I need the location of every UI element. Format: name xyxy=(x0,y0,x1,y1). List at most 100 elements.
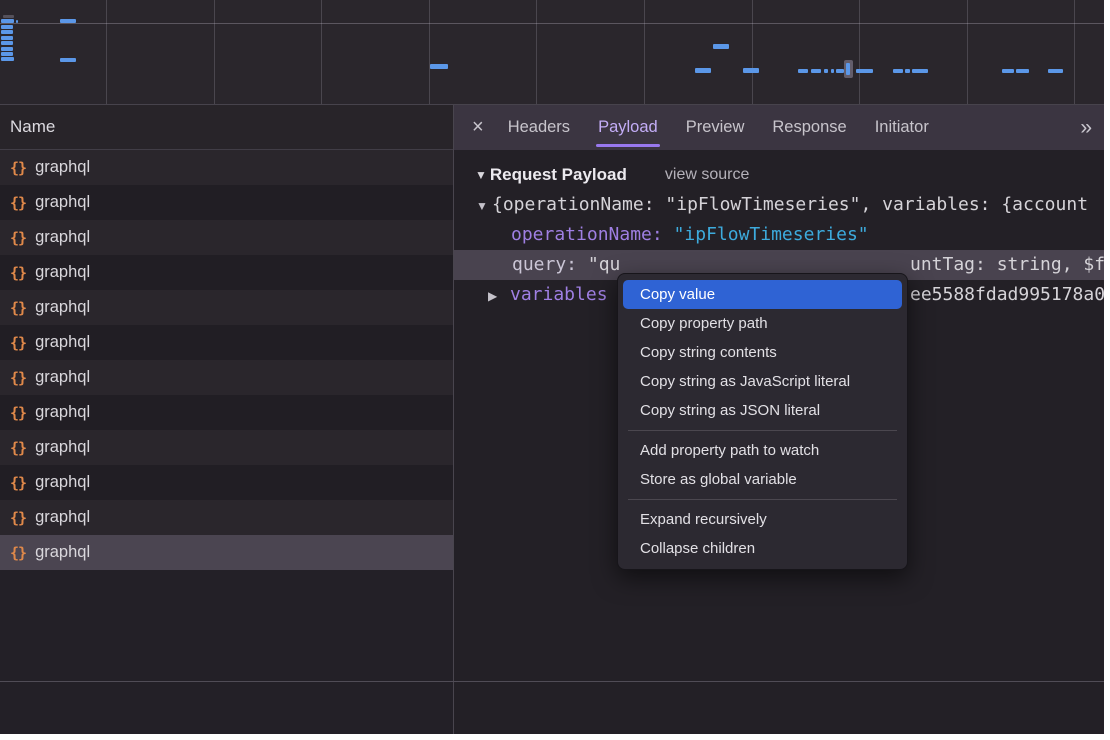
request-row[interactable]: {}graphql xyxy=(0,325,453,360)
request-payload-title: Request Payload xyxy=(490,165,627,185)
menu-item-add-property-path-to-watch[interactable]: Add property path to watch xyxy=(623,436,902,465)
menu-item-copy-string-as-json-literal[interactable]: Copy string as JSON literal xyxy=(623,396,902,425)
menu-item-copy-property-path[interactable]: Copy property path xyxy=(623,309,902,338)
overview-gridline xyxy=(752,0,753,104)
tab-payload[interactable]: Payload xyxy=(584,105,672,150)
details-tabbar: × HeadersPayloadPreviewResponseInitiator… xyxy=(454,105,1104,150)
json-braces-icon: {} xyxy=(10,474,26,492)
operation-name-key: operationName: xyxy=(511,224,663,245)
request-row[interactable]: {} graphql xyxy=(0,255,453,290)
overview-request-bar xyxy=(893,69,903,73)
request-row[interactable]: {}graphql xyxy=(0,430,453,465)
json-braces-icon: {} xyxy=(10,264,26,282)
request-row[interactable]: {}graphql xyxy=(0,290,453,325)
request-row[interactable]: {}graphql xyxy=(0,185,453,220)
collapsed-triangle-icon[interactable]: ▶ xyxy=(488,281,510,310)
menu-item-copy-string-contents[interactable]: Copy string contents xyxy=(623,338,902,367)
request-row[interactable]: {} graphql xyxy=(0,395,453,430)
tab-initiator[interactable]: Initiator xyxy=(861,105,943,150)
overview-request-bar xyxy=(1002,69,1014,73)
overview-gridline xyxy=(967,0,968,104)
menu-separator xyxy=(628,499,897,500)
json-braces-icon: {} xyxy=(10,404,26,422)
json-braces-icon: {} xyxy=(10,194,26,212)
overview-gridline xyxy=(106,0,107,104)
request-row[interactable]: {}graphql xyxy=(0,500,453,535)
query-value-visible: "qu xyxy=(588,254,621,275)
request-row[interactable]: {}graphql xyxy=(0,220,453,255)
tab-headers[interactable]: Headers xyxy=(494,105,584,150)
json-braces-icon: {} xyxy=(10,229,26,247)
column-header-label: Name xyxy=(10,117,55,136)
summary-bar-divider xyxy=(0,681,1104,682)
column-header-name[interactable]: Name xyxy=(0,105,453,150)
section-expand-triangle-icon[interactable]: ▼ xyxy=(475,168,487,182)
request-row[interactable]: {} graphql xyxy=(0,465,453,500)
overview-request-bar xyxy=(824,69,828,73)
request-row[interactable]: {} graphql xyxy=(0,150,453,185)
overview-horizontal-gridline xyxy=(0,23,1104,24)
overview-request-bar xyxy=(811,69,821,73)
request-name-label: graphql xyxy=(35,263,90,282)
overview-gridline xyxy=(429,0,430,104)
request-name-label: graphql xyxy=(35,298,90,317)
overview-request-bar xyxy=(1,57,14,61)
tab-preview[interactable]: Preview xyxy=(672,105,759,150)
request-name-label: graphql xyxy=(35,438,90,457)
request-name-label: graphql xyxy=(35,333,90,352)
overview-request-bar xyxy=(1016,69,1029,73)
request-name-label: graphql xyxy=(35,158,90,177)
menu-item-expand-recursively[interactable]: Expand recursively xyxy=(623,505,902,534)
overview-gridline xyxy=(321,0,322,104)
overview-request-bar xyxy=(430,64,448,69)
request-row[interactable]: {}graphql xyxy=(0,535,453,570)
payload-root-row[interactable]: ▼{operationName: "ipFlowTimeseries", var… xyxy=(454,190,1104,220)
json-braces-icon: {} xyxy=(10,159,26,177)
request-name-label: graphql xyxy=(35,403,90,422)
overview-request-bar xyxy=(3,15,14,18)
overview-request-bar xyxy=(836,69,844,73)
request-payload-section-header[interactable]: ▼ Request Payload view source xyxy=(454,150,1104,190)
request-row[interactable]: {} graphql xyxy=(0,360,453,395)
menu-item-store-as-global-variable[interactable]: Store as global variable xyxy=(623,465,902,494)
overview-request-bar xyxy=(16,20,18,23)
close-icon[interactable]: × xyxy=(472,116,484,139)
menu-item-copy-value[interactable]: Copy value xyxy=(623,280,902,309)
overview-request-bar xyxy=(1048,69,1063,73)
json-braces-icon: {} xyxy=(10,509,26,527)
overview-request-bar xyxy=(1,52,13,56)
overview-gridline xyxy=(859,0,860,104)
overview-gridline xyxy=(214,0,215,104)
payload-summary-text: {operationName: "ipFlowTimeseries", vari… xyxy=(492,194,1088,215)
overview-gridline xyxy=(644,0,645,104)
overview-request-bar xyxy=(1,30,13,34)
overview-request-bar xyxy=(1,19,14,23)
view-source-link[interactable]: view source xyxy=(665,166,749,184)
overview-request-bar xyxy=(713,44,729,49)
overview-gridline xyxy=(536,0,537,104)
query-value-right-fragment: untTag: string, $f xyxy=(910,250,1104,280)
operation-name-value: "ipFlowTimeseries" xyxy=(674,224,869,245)
more-tabs-icon[interactable]: » xyxy=(1080,116,1090,140)
overview-request-bar xyxy=(831,69,834,73)
variables-value-right-fragment: ee5588fdad995178a0 xyxy=(910,280,1104,310)
overview-gridline xyxy=(1074,0,1075,104)
details-tabs: HeadersPayloadPreviewResponseInitiator xyxy=(494,105,943,150)
overview-request-bar xyxy=(798,69,808,73)
overview-request-bar xyxy=(743,68,759,73)
menu-separator xyxy=(628,430,897,431)
request-name-label: graphql xyxy=(35,473,90,492)
tab-response[interactable]: Response xyxy=(758,105,860,150)
menu-item-collapse-children[interactable]: Collapse children xyxy=(623,534,902,563)
json-braces-icon: {} xyxy=(10,544,26,562)
menu-item-copy-string-as-javascript-literal[interactable]: Copy string as JavaScript literal xyxy=(623,367,902,396)
overview-request-bar xyxy=(905,69,910,73)
request-name-label: graphql xyxy=(35,368,90,387)
marker-tick xyxy=(846,63,850,75)
json-braces-icon: {} xyxy=(10,369,26,387)
overview-request-bar xyxy=(1,25,13,29)
network-overview-timeline[interactable] xyxy=(0,0,1104,105)
overview-request-bar xyxy=(695,68,711,73)
expand-triangle-icon[interactable]: ▼ xyxy=(476,191,492,220)
operation-name-row[interactable]: operationName: "ipFlowTimeseries" xyxy=(454,220,1104,250)
